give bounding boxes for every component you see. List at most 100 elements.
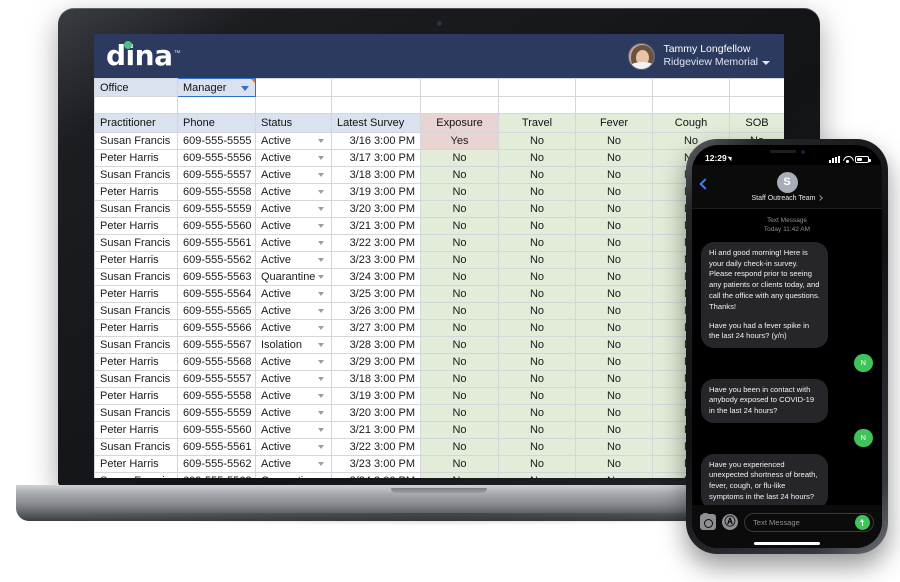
cell-status[interactable]: Active (256, 456, 332, 473)
cell-status[interactable]: Isolation (256, 337, 332, 354)
table-row[interactable]: Susan Francis609-555-5559Active3/20 3:00… (95, 201, 785, 218)
cell-phone[interactable]: 609-555-5559 (178, 405, 256, 422)
dina-logo[interactable]: dina ™ (106, 42, 180, 70)
message-thread[interactable]: Text Message Today 11:42 AM Hi and good … (692, 209, 882, 505)
cell-fever[interactable]: No (576, 439, 653, 456)
column-header[interactable]: Cough (653, 114, 730, 133)
chevron-down-icon[interactable] (318, 258, 324, 262)
cell-travel[interactable]: No (499, 167, 576, 184)
cell-exposure[interactable]: No (421, 337, 499, 354)
chevron-down-icon[interactable] (318, 173, 324, 177)
cell-fever[interactable]: No (576, 422, 653, 439)
chevron-down-icon[interactable] (318, 462, 324, 466)
table-row[interactable]: Susan Francis609-555-5563Quarantine3/24 … (95, 473, 785, 479)
cell-practitioner[interactable]: Susan Francis (95, 439, 178, 456)
cell-practitioner[interactable]: Susan Francis (95, 133, 178, 150)
cell-practitioner[interactable]: Susan Francis (95, 201, 178, 218)
column-header[interactable]: Status (256, 114, 332, 133)
table-row[interactable]: Susan Francis609-555-5565Active3/26 3:00… (95, 303, 785, 320)
table-row[interactable]: Peter Harris609-555-5562Active3/23 3:00 … (95, 456, 785, 473)
chevron-down-icon[interactable] (318, 224, 324, 228)
chevron-down-icon[interactable] (318, 292, 324, 296)
cell-fever[interactable]: No (576, 235, 653, 252)
cell-travel[interactable]: No (499, 133, 576, 150)
cell-latest-survey[interactable]: 3/26 3:00 PM (332, 303, 421, 320)
cell-status[interactable]: Active (256, 286, 332, 303)
cell-latest-survey[interactable]: 3/16 3:00 PM (332, 133, 421, 150)
cell-travel[interactable]: No (499, 405, 576, 422)
cell-phone[interactable]: 609-555-5564 (178, 286, 256, 303)
cell-latest-survey[interactable]: 3/19 3:00 PM (332, 184, 421, 201)
cell-practitioner[interactable]: Peter Harris (95, 184, 178, 201)
camera-icon[interactable] (700, 514, 716, 530)
cell-exposure[interactable]: No (421, 439, 499, 456)
cell-latest-survey[interactable]: 3/22 3:00 PM (332, 439, 421, 456)
cell-status[interactable]: Active (256, 184, 332, 201)
cell-status[interactable]: Active (256, 371, 332, 388)
cell-fever[interactable]: No (576, 371, 653, 388)
cell-fever[interactable]: No (576, 133, 653, 150)
spacer-cell[interactable] (421, 97, 499, 114)
cell-latest-survey[interactable]: 3/17 3:00 PM (332, 150, 421, 167)
cell-status[interactable]: Active (256, 388, 332, 405)
column-header[interactable]: Practitioner (95, 114, 178, 133)
spacer-cell[interactable] (730, 97, 785, 114)
cell-exposure[interactable]: No (421, 473, 499, 479)
user-organization[interactable]: Ridgeview Memorial (663, 56, 770, 69)
chevron-down-icon[interactable] (318, 411, 324, 415)
column-header[interactable]: Travel (499, 114, 576, 133)
table-row[interactable]: Susan Francis609-555-5561Active3/22 3:00… (95, 439, 785, 456)
cell-phone[interactable]: 609-555-5566 (178, 320, 256, 337)
cell-fever[interactable]: No (576, 252, 653, 269)
table-row[interactable]: Susan Francis609-555-5563Quarantine3/24 … (95, 269, 785, 286)
cell-travel[interactable]: No (499, 371, 576, 388)
cell-phone[interactable]: 609-555-5565 (178, 303, 256, 320)
cell-practitioner[interactable]: Peter Harris (95, 320, 178, 337)
cell-exposure[interactable]: No (421, 388, 499, 405)
cell-exposure[interactable]: No (421, 218, 499, 235)
cell-latest-survey[interactable]: 3/22 3:00 PM (332, 235, 421, 252)
spacer-cell[interactable] (576, 97, 653, 114)
cell-exposure[interactable]: No (421, 167, 499, 184)
filter-blank-cell[interactable] (653, 79, 730, 97)
cell-fever[interactable]: No (576, 405, 653, 422)
chevron-down-icon[interactable] (318, 207, 324, 211)
chevron-down-icon[interactable] (318, 428, 324, 432)
cell-practitioner[interactable]: Peter Harris (95, 456, 178, 473)
cell-travel[interactable]: No (499, 320, 576, 337)
cell-fever[interactable]: No (576, 320, 653, 337)
cell-exposure[interactable]: No (421, 303, 499, 320)
cell-phone[interactable]: 609-555-5562 (178, 252, 256, 269)
chevron-down-icon[interactable] (318, 326, 324, 330)
column-header[interactable]: Latest Survey (332, 114, 421, 133)
cell-status[interactable]: Active (256, 439, 332, 456)
cell-travel[interactable]: No (499, 252, 576, 269)
back-chevron-icon[interactable] (699, 178, 710, 189)
spacer-cell[interactable] (332, 97, 421, 114)
cell-fever[interactable]: No (576, 218, 653, 235)
filter-label-cell[interactable]: Office (95, 79, 178, 97)
column-header[interactable]: Fever (576, 114, 653, 133)
cell-travel[interactable]: No (499, 337, 576, 354)
cell-phone[interactable]: 609-555-5557 (178, 167, 256, 184)
cell-phone[interactable]: 609-555-5563 (178, 473, 256, 479)
filter-blank-cell[interactable] (256, 79, 332, 97)
message-input-bar[interactable]: Ⓐ Text Message (692, 505, 882, 539)
column-header[interactable]: Phone (178, 114, 256, 133)
table-row[interactable]: Peter Harris609-555-5560Active3/21 3:00 … (95, 218, 785, 235)
cell-latest-survey[interactable]: 3/24 3:00 PM (332, 269, 421, 286)
cell-phone[interactable]: 609-555-5561 (178, 439, 256, 456)
cell-practitioner[interactable]: Susan Francis (95, 235, 178, 252)
chevron-down-icon[interactable] (318, 139, 324, 143)
spacer-cell[interactable] (95, 97, 178, 114)
cell-status[interactable]: Quarantine (256, 269, 332, 286)
cell-status[interactable]: Active (256, 133, 332, 150)
table-row[interactable]: Peter Harris609-555-5566Active3/27 3:00 … (95, 320, 785, 337)
cell-practitioner[interactable]: Peter Harris (95, 150, 178, 167)
cell-status[interactable]: Quarantine (256, 473, 332, 479)
table-row[interactable]: Susan Francis609-555-5557Active3/18 3:00… (95, 371, 785, 388)
cell-fever[interactable]: No (576, 456, 653, 473)
filter-selected-cell[interactable]: Manager (178, 79, 256, 97)
cell-practitioner[interactable]: Susan Francis (95, 371, 178, 388)
cell-phone[interactable]: 609-555-5562 (178, 456, 256, 473)
